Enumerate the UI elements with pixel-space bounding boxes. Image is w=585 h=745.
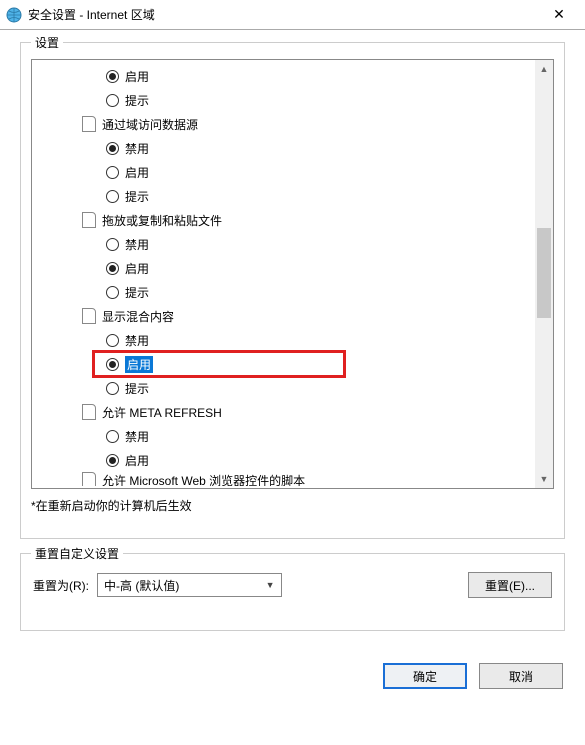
dialog-footer: 确定 取消 (0, 645, 585, 707)
radio-icon[interactable] (106, 190, 119, 203)
option-label: 启用 (125, 68, 149, 85)
reset-select-value: 中-高 (默认值) (104, 577, 179, 594)
globe-icon (6, 7, 22, 23)
file-icon (82, 404, 96, 420)
radio-option[interactable]: 禁用 (38, 232, 529, 256)
radio-option[interactable]: 启用 (38, 160, 529, 184)
radio-option[interactable]: 提示 (38, 376, 529, 400)
close-button[interactable]: ✕ (539, 6, 579, 23)
radio-icon[interactable] (106, 238, 119, 251)
option-label: 提示 (125, 188, 149, 205)
radio-icon[interactable] (106, 430, 119, 443)
option-label: 启用 (125, 164, 149, 181)
radio-icon[interactable] (106, 262, 119, 275)
reset-level-select[interactable]: 中-高 (默认值) ▼ (97, 573, 282, 597)
radio-option[interactable]: 提示 (38, 88, 529, 112)
category-label: 拖放或复制和粘贴文件 (102, 212, 222, 229)
option-label: 提示 (125, 380, 149, 397)
radio-option[interactable]: 禁用 (38, 136, 529, 160)
radio-icon[interactable] (106, 166, 119, 179)
category-row: 显示混合内容 (38, 304, 529, 328)
scroll-thumb[interactable] (537, 228, 551, 318)
category-row: 通过域访问数据源 (38, 112, 529, 136)
radio-icon[interactable] (106, 142, 119, 155)
cancel-button[interactable]: 取消 (479, 663, 563, 689)
scroll-track[interactable] (535, 78, 553, 470)
radio-icon[interactable] (106, 454, 119, 467)
radio-option[interactable]: 禁用 (38, 328, 529, 352)
radio-option[interactable]: 禁用 (38, 424, 529, 448)
option-label: 禁用 (125, 140, 149, 157)
radio-option[interactable]: 启用 (38, 256, 529, 280)
category-row: 拖放或复制和粘贴文件 (38, 208, 529, 232)
radio-icon[interactable] (106, 358, 119, 371)
reset-legend: 重置自定义设置 (31, 545, 123, 562)
category-label: 允许 Microsoft Web 浏览器控件的脚本 (102, 472, 305, 486)
radio-option[interactable]: 提示 (38, 184, 529, 208)
scroll-up-button[interactable]: ▲ (535, 60, 553, 78)
reset-button[interactable]: 重置(E)... (468, 572, 552, 598)
scrollbar-vertical[interactable]: ▲ ▼ (535, 60, 553, 488)
option-label: 禁用 (125, 236, 149, 253)
file-icon (82, 212, 96, 228)
radio-icon[interactable] (106, 334, 119, 347)
option-label: 启用 (125, 356, 153, 373)
option-label: 禁用 (125, 332, 149, 349)
window-title: 安全设置 - Internet 区域 (28, 6, 539, 23)
scroll-down-button[interactable]: ▼ (535, 470, 553, 488)
restart-note: *在重新启动你的计算机后生效 (31, 497, 554, 514)
ok-button[interactable]: 确定 (383, 663, 467, 689)
category-row: 允许 Microsoft Web 浏览器控件的脚本 (38, 472, 529, 486)
radio-icon[interactable] (106, 286, 119, 299)
category-label: 允许 META REFRESH (102, 404, 222, 421)
radio-icon[interactable] (106, 70, 119, 83)
settings-legend: 设置 (31, 34, 63, 51)
settings-tree[interactable]: 启用提示通过域访问数据源禁用启用提示拖放或复制和粘贴文件禁用启用提示显示混合内容… (31, 59, 554, 489)
titlebar: 安全设置 - Internet 区域 ✕ (0, 0, 585, 30)
radio-icon[interactable] (106, 94, 119, 107)
option-label: 启用 (125, 260, 149, 277)
radio-icon[interactable] (106, 382, 119, 395)
category-label: 显示混合内容 (102, 308, 174, 325)
reset-to-label: 重置为(R): (33, 577, 89, 594)
radio-option[interactable]: 启用 (38, 64, 529, 88)
category-row: 允许 META REFRESH (38, 400, 529, 424)
option-label: 启用 (125, 452, 149, 469)
option-label: 禁用 (125, 428, 149, 445)
radio-option[interactable]: 启用 (92, 350, 346, 378)
file-icon (82, 116, 96, 132)
reset-groupbox: 重置自定义设置 重置为(R): 中-高 (默认值) ▼ 重置(E)... (20, 553, 565, 631)
radio-option[interactable]: 启用 (38, 448, 529, 472)
radio-option[interactable]: 提示 (38, 280, 529, 304)
file-icon (82, 308, 96, 324)
settings-groupbox: 设置 启用提示通过域访问数据源禁用启用提示拖放或复制和粘贴文件禁用启用提示显示混… (20, 42, 565, 539)
file-icon (82, 472, 96, 486)
option-label: 提示 (125, 92, 149, 109)
option-label: 提示 (125, 284, 149, 301)
category-label: 通过域访问数据源 (102, 116, 198, 133)
chevron-down-icon: ▼ (266, 580, 275, 590)
